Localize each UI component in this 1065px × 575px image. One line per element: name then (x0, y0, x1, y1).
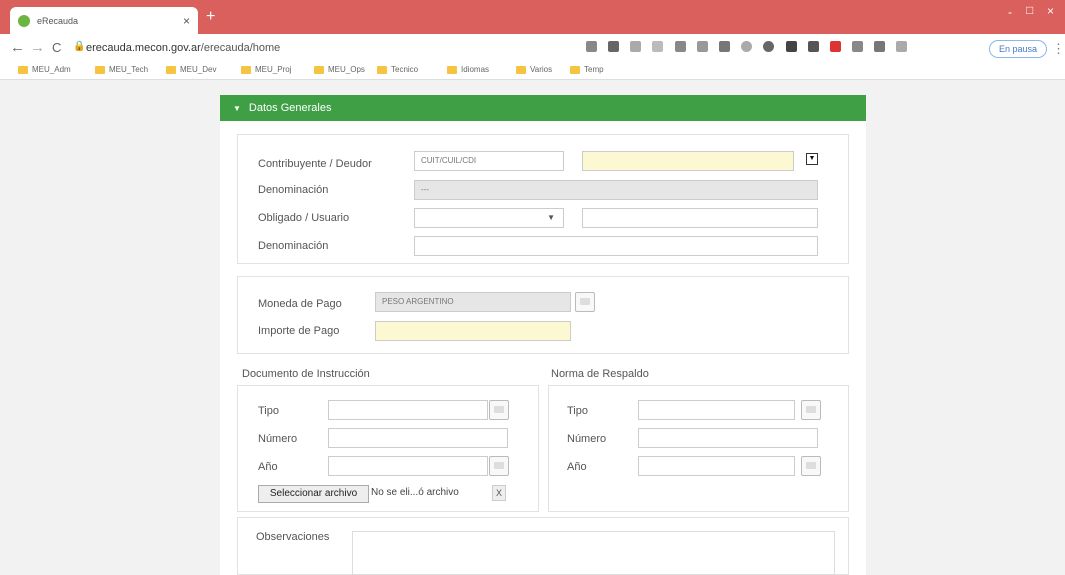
lock-icon: 🔒 (73, 41, 86, 52)
folder-icon (447, 65, 457, 74)
extension-icon[interactable] (630, 41, 641, 52)
minimize-window-icon[interactable]: - (1008, 5, 1012, 19)
doc-anio-lookup-button[interactable] (489, 456, 509, 476)
doc-anio-label: Año (258, 461, 278, 473)
extension-icon[interactable] (741, 41, 752, 52)
extension-icon[interactable] (786, 41, 797, 52)
denominacion-field: --- (414, 180, 818, 200)
extension-icon[interactable] (896, 41, 907, 52)
forward-arrow-icon[interactable]: → (30, 39, 45, 56)
doc-numero-input[interactable] (328, 428, 508, 448)
close-window-icon[interactable]: × (1047, 4, 1054, 18)
bookmark-folder[interactable]: MEU_Dev (166, 65, 216, 74)
reload-icon[interactable]: C (52, 40, 61, 55)
documento-section-title: Documento de Instrucción (242, 368, 370, 380)
norma-numero-input[interactable] (638, 428, 818, 448)
star-icon[interactable] (586, 41, 597, 52)
doc-tipo-label: Tipo (258, 405, 279, 417)
bookmark-folder[interactable]: MEU_Ops (314, 65, 365, 74)
denominacion-usuario-input[interactable] (414, 236, 818, 256)
folder-icon (166, 65, 176, 74)
doc-tipo-input[interactable] (328, 400, 488, 420)
folder-icon (241, 65, 251, 74)
obligado-select[interactable]: ▼ (414, 208, 564, 228)
obligado-label: Obligado / Usuario (258, 212, 350, 224)
moneda-field: PESO ARGENTINO (375, 292, 571, 312)
norma-section-title: Norma de Respaldo (551, 368, 649, 380)
back-arrow-icon[interactable]: ← (10, 39, 25, 56)
doc-numero-label: Número (258, 433, 298, 445)
close-tab-icon[interactable]: × (183, 14, 190, 28)
url-host: erecauda.mecon.gov.ar (86, 42, 201, 54)
url-path: /erecauda/home (200, 42, 281, 54)
address-bar[interactable]: erecauda.mecon.gov.ar/erecauda/home (86, 42, 280, 54)
extension-icon[interactable] (697, 41, 708, 52)
moneda-label: Moneda de Pago (258, 298, 342, 310)
select-file-button[interactable]: Seleccionar archivo (258, 485, 369, 503)
obligado-detail-input[interactable] (582, 208, 818, 228)
cuit-name-field[interactable] (582, 151, 794, 171)
extension-icon[interactable] (608, 41, 619, 52)
contribuyente-label: Contribuyente / Deudor (258, 158, 372, 170)
browser-tab-erecauda[interactable]: eRecauda × (10, 7, 198, 34)
profile-paused-button[interactable]: En pausa (989, 40, 1047, 58)
bookmark-folder[interactable]: MEU_Proj (241, 65, 291, 74)
denominacion-usuario-label: Denominación (258, 240, 329, 252)
observaciones-textarea[interactable] (352, 531, 835, 575)
bookmark-folder[interactable]: Varios (516, 65, 552, 74)
extension-icon[interactable] (874, 41, 885, 52)
norma-anio-input[interactable] (638, 456, 795, 476)
extension-icon[interactable] (719, 41, 730, 52)
extension-icon[interactable] (652, 41, 663, 52)
observaciones-label: Observaciones (256, 531, 330, 543)
folder-icon (314, 65, 324, 74)
new-tab-icon[interactable]: + (206, 9, 215, 25)
norma-numero-label: Número (567, 433, 607, 445)
doc-anio-input[interactable] (328, 456, 488, 476)
more-menu-icon[interactable]: ⋮ (1052, 41, 1065, 57)
chevron-down-icon: ▼ (547, 213, 555, 222)
importe-input[interactable] (375, 321, 571, 341)
section-header-datos-generales[interactable]: ▼ Datos Generales (220, 95, 866, 121)
extension-icon[interactable] (852, 41, 863, 52)
section-title: Datos Generales (248, 102, 332, 114)
file-status-text: No se eli...ó archivo (371, 487, 459, 498)
maximize-window-icon[interactable]: □ (1026, 3, 1033, 17)
extension-icon[interactable] (763, 41, 774, 52)
norma-tipo-label: Tipo (567, 405, 588, 417)
norma-tipo-lookup-button[interactable] (801, 400, 821, 420)
norma-anio-label: Año (567, 461, 587, 473)
currency-lookup-button[interactable] (575, 292, 595, 312)
bookmark-folder[interactable]: Idiomas (447, 65, 489, 74)
dropdown-toggle-button[interactable]: ▼ (806, 153, 818, 165)
doc-tipo-lookup-button[interactable] (489, 400, 509, 420)
folder-icon (18, 65, 28, 74)
bookmark-folder[interactable]: MEU_Adm (18, 65, 71, 74)
site-favicon-icon (18, 14, 30, 27)
folder-icon (516, 65, 526, 74)
payment-box (237, 276, 849, 354)
tab-title: eRecauda (37, 15, 79, 26)
extension-icon[interactable] (808, 41, 819, 52)
extension-icon[interactable] (675, 41, 686, 52)
cuit-input[interactable]: CUIT/CUIL/CDI (414, 151, 564, 171)
caret-down-icon: ▼ (233, 103, 241, 113)
clear-file-button[interactable]: X (492, 485, 506, 501)
importe-label: Importe de Pago (258, 325, 340, 337)
norma-tipo-input[interactable] (638, 400, 795, 420)
bookmark-folder[interactable]: Temp (570, 65, 604, 74)
denominacion-label: Denominación (258, 184, 329, 196)
folder-icon (95, 65, 105, 74)
folder-icon (377, 65, 387, 74)
bookmark-folder[interactable]: MEU_Tech (95, 65, 148, 74)
bookmark-folder[interactable]: Tecnico (377, 65, 418, 74)
norma-anio-lookup-button[interactable] (801, 456, 821, 476)
folder-icon (570, 65, 580, 74)
extension-icon[interactable] (830, 41, 841, 52)
